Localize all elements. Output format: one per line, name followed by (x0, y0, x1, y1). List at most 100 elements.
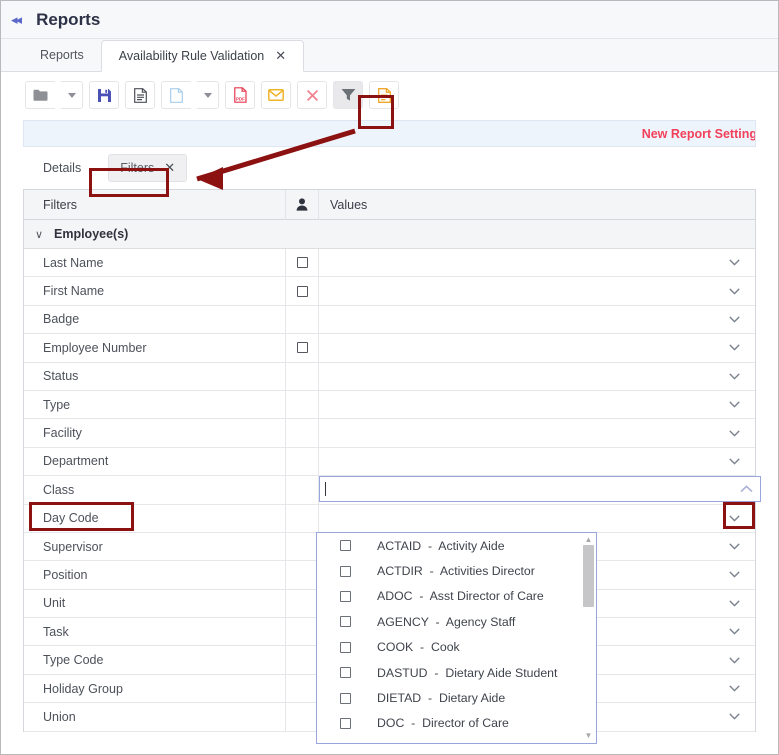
filter-row-value-cell[interactable] (319, 448, 755, 475)
filter-row[interactable]: Last Name (24, 249, 755, 278)
filter-row-checkbox[interactable] (296, 342, 308, 354)
dropdown-option-checkbox[interactable] (340, 616, 351, 628)
dropdown-option[interactable]: DASTUD - Dietary Aide Student (317, 660, 596, 685)
chevron-down-icon (203, 92, 212, 98)
tab-availability-rule-validation[interactable]: Availability Rule Validation ✕ (100, 40, 305, 72)
chevron-down-icon[interactable] (729, 515, 740, 522)
filter-row-checkbox-cell (286, 305, 319, 334)
collapse-left-icon[interactable]: ◂◂ (11, 13, 22, 26)
filter-row-value-cell[interactable] (319, 505, 755, 532)
email-button[interactable] (261, 81, 291, 109)
filter-row-checkbox[interactable] (296, 285, 308, 297)
chevron-down-icon[interactable] (729, 713, 740, 721)
open-folder-dropdown-button[interactable] (61, 81, 83, 109)
dropdown-option-checkbox[interactable] (340, 565, 351, 577)
chevron-down-icon[interactable] (729, 685, 740, 692)
filter-group-employees[interactable]: ∨ Employee(s) (24, 220, 755, 249)
chevron-down-icon[interactable] (729, 287, 740, 295)
filter-row[interactable]: Status (24, 362, 755, 391)
page-title: Reports (36, 9, 101, 29)
dropdown-option[interactable]: AGENCY - Agency Staff (317, 609, 596, 634)
chevron-down-icon[interactable] (729, 429, 740, 437)
class-value-input[interactable] (319, 476, 761, 503)
dropdown-option-label: ACTDIR - Activities Director (377, 564, 535, 579)
dropdown-scrollbar[interactable]: ▲ ▼ (583, 536, 594, 740)
dropdown-option[interactable]: ACTDIR - Activities Director (317, 558, 596, 583)
titlebar: ◂◂ Reports (1, 1, 778, 39)
filter-row-label: Status (24, 362, 286, 390)
filter-row-value-cell[interactable] (319, 391, 755, 418)
filter-row[interactable]: Day Code (24, 504, 755, 533)
filter-row-value-cell[interactable] (319, 363, 755, 390)
chevron-down-icon[interactable] (729, 543, 740, 550)
chevron-down-icon[interactable] (729, 373, 740, 380)
column-header-values: Values (330, 197, 368, 212)
dropdown-option-checkbox[interactable] (340, 641, 351, 653)
chevron-down-icon[interactable] (729, 259, 740, 266)
report-document-button[interactable] (125, 81, 155, 109)
scroll-up-icon[interactable]: ▲ (584, 536, 593, 544)
table-header-row: Filters Values (24, 189, 755, 220)
filter-row[interactable]: Department (24, 447, 755, 477)
new-page-button[interactable] (161, 81, 191, 109)
notice-text: New Report Setting (641, 126, 756, 141)
filter-row-value-cell[interactable] (319, 334, 755, 361)
filter-row-label: Supervisor (24, 532, 286, 561)
close-report-button[interactable] (297, 81, 327, 109)
subtab-filters[interactable]: Filters ✕ (108, 154, 188, 182)
tab-reports[interactable]: Reports (23, 39, 101, 71)
save-button[interactable] (89, 81, 119, 109)
open-folder-button[interactable] (25, 81, 55, 109)
chevron-down-icon[interactable] (729, 600, 740, 607)
filter-row[interactable]: Class (24, 476, 761, 505)
filter-row[interactable]: Type (24, 390, 755, 420)
filter-row-label: Unit (24, 589, 286, 618)
chevron-down-icon[interactable] (729, 571, 740, 579)
dropdown-option-checkbox[interactable] (340, 692, 351, 704)
close-icon[interactable]: ✕ (275, 48, 286, 64)
chevron-down-icon[interactable] (729, 628, 740, 635)
chevron-down-icon[interactable] (729, 316, 740, 323)
chevron-down-icon[interactable] (729, 657, 740, 664)
dropdown-option[interactable]: COOK - Cook (317, 635, 596, 660)
filter-row-value-cell[interactable] (319, 419, 755, 446)
filter-row-value-cell[interactable] (319, 249, 755, 276)
filter-funnel-button[interactable] (333, 81, 363, 109)
filter-row-label: Holiday Group (24, 674, 286, 703)
chevron-up-icon[interactable] (740, 480, 753, 498)
filter-row-checkbox[interactable] (296, 257, 308, 269)
chevron-down-icon[interactable] (729, 344, 740, 351)
filter-row-value-cell[interactable] (319, 277, 755, 304)
dropdown-option[interactable]: DIETAD - Dietary Aide (317, 685, 596, 710)
close-icon[interactable]: ✕ (164, 160, 175, 176)
dropdown-option-checkbox[interactable] (340, 540, 351, 552)
dropdown-option-checkbox[interactable] (340, 667, 351, 679)
export-pdf-button[interactable]: PDF (225, 81, 255, 109)
tab-label: Availability Rule Validation (118, 49, 265, 63)
filter-row-value-cell[interactable] (319, 306, 755, 333)
orange-document-button[interactable] (369, 81, 399, 109)
folder-icon (33, 89, 48, 101)
chevron-down-icon[interactable]: ∨ (24, 228, 54, 241)
filter-row-checkbox-cell (286, 277, 319, 305)
class-options-dropdown[interactable]: ACTAID - Activity Aide ACTDIR - Activitie… (316, 532, 597, 744)
scrollbar-thumb[interactable] (583, 545, 594, 607)
filter-row-label: Type (24, 390, 286, 419)
dropdown-option-checkbox[interactable] (340, 590, 351, 602)
scroll-down-icon[interactable]: ▼ (584, 732, 593, 740)
filter-row[interactable]: Facility (24, 419, 755, 448)
dropdown-option[interactable]: ADOC - Asst Director of Care (317, 584, 596, 609)
document-lines-icon (133, 87, 147, 103)
chevron-down-icon[interactable] (729, 458, 740, 465)
reports-window: ◂◂ Reports Reports Availability Rule Val… (0, 0, 779, 755)
dropdown-option[interactable]: ACTAID - Activity Aide (317, 533, 596, 558)
filter-row[interactable]: Employee Number (24, 334, 755, 363)
new-page-dropdown-button[interactable] (197, 81, 219, 109)
subtab-details[interactable]: Details (34, 156, 90, 180)
chevron-down-icon[interactable] (729, 401, 740, 408)
dropdown-option-checkbox[interactable] (340, 717, 351, 729)
filter-row[interactable]: Badge (24, 305, 755, 335)
filter-row[interactable]: First Name (24, 277, 755, 306)
dropdown-option[interactable]: DOC - Director of Care (317, 711, 596, 736)
filter-row-checkbox-cell (286, 419, 319, 447)
